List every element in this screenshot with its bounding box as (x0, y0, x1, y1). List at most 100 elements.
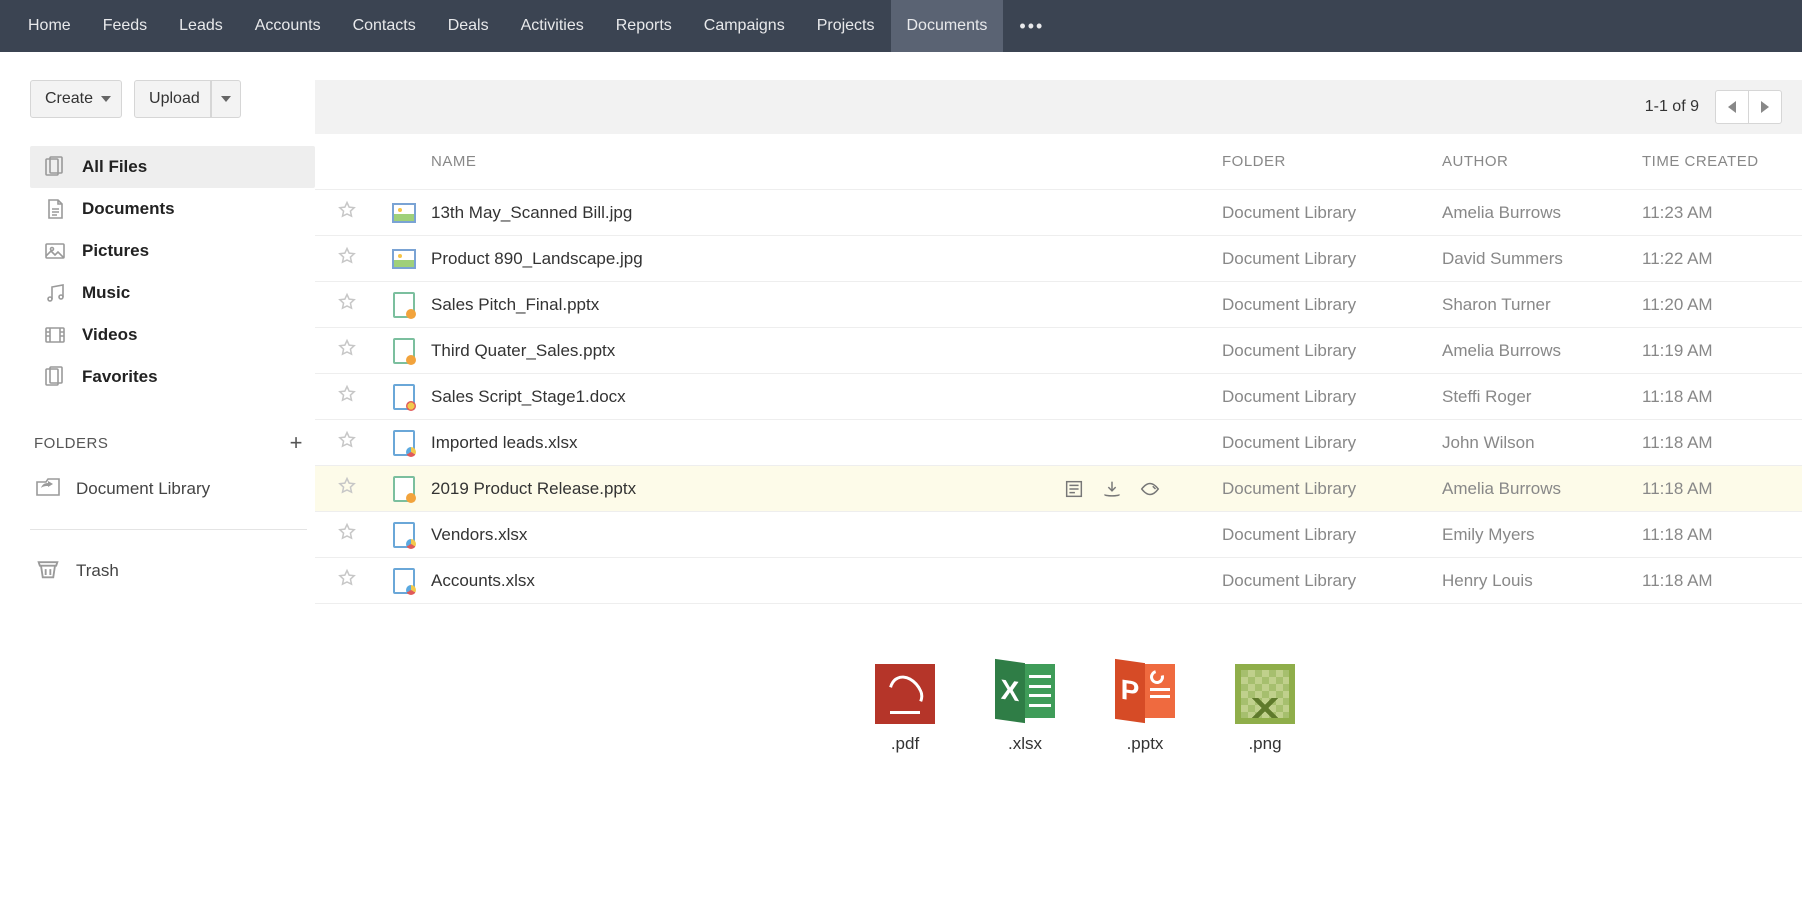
sidebar: Create Upload All Files Documents Pictures… (0, 52, 315, 794)
add-folder-button[interactable]: + (290, 430, 303, 456)
file-author: Amelia Burrows (1442, 341, 1561, 360)
file-folder: Document Library (1222, 295, 1356, 314)
file-time: 11:18 AM (1642, 571, 1713, 590)
filetype-pptx-icon (390, 291, 418, 319)
nav-item-documents[interactable]: Documents (891, 0, 1004, 52)
table-row[interactable]: 2019 Product Release.pptx Document Librar… (315, 466, 1802, 512)
category-list: All Files Documents Pictures MusicVideos Fav… (30, 146, 315, 398)
table-row[interactable]: Third Quater_Sales.pptxDocument LibraryA… (315, 328, 1802, 374)
star-icon[interactable] (337, 338, 357, 363)
trash-label: Trash (76, 561, 119, 581)
nav-item-activities[interactable]: Activities (505, 0, 600, 52)
filetype-pptx-icon (390, 475, 418, 503)
pager-prev-button[interactable] (1715, 90, 1749, 124)
table-row[interactable]: Sales Script_Stage1.docxDocument Library… (315, 374, 1802, 420)
nav-item-deals[interactable]: Deals (432, 0, 505, 52)
folder-label: Document Library (76, 479, 210, 499)
category-item-documents[interactable]: Documents (30, 188, 315, 230)
folder-item[interactable]: Document Library (30, 464, 315, 513)
filetype-xlsx-icon (390, 521, 418, 549)
file-name: Accounts.xlsx (431, 571, 535, 591)
pager-next-button[interactable] (1748, 90, 1782, 124)
page-info: 1-1 of 9 (1645, 98, 1699, 116)
favorite-icon (42, 364, 68, 390)
create-button-label: Create (45, 90, 93, 108)
table-row[interactable]: Vendors.xlsxDocument LibraryEmily Myers1… (315, 512, 1802, 558)
filetype-image-icon (390, 199, 418, 227)
category-item-music[interactable]: Music (30, 272, 315, 314)
file-name: Imported leads.xlsx (431, 433, 577, 453)
star-icon[interactable] (337, 476, 357, 501)
category-item-all-files[interactable]: All Files (30, 146, 315, 188)
category-label: Pictures (82, 241, 149, 261)
star-icon[interactable] (337, 568, 357, 593)
upload-dropdown-button[interactable] (211, 80, 241, 118)
filetype-xlsx-icon (390, 429, 418, 457)
star-icon[interactable] (337, 246, 357, 271)
file-time: 11:20 AM (1642, 295, 1713, 314)
filetype-card-label: .pptx (1127, 734, 1164, 754)
category-item-videos[interactable]: Videos (30, 314, 315, 356)
star-icon[interactable] (337, 384, 357, 409)
category-item-favorites[interactable]: Favorites (30, 356, 315, 398)
filetype-card-label: .pdf (891, 734, 919, 754)
filetype-pptx-icon (390, 337, 418, 365)
tag-action-icon[interactable] (1138, 478, 1162, 500)
main-panel: 1-1 of 9 NAME FOLDER AUTHOR TIME CREATED… (315, 52, 1802, 794)
file-name: Vendors.xlsx (431, 525, 527, 545)
file-name: 2019 Product Release.pptx (431, 479, 636, 499)
nav-item-campaigns[interactable]: Campaigns (688, 0, 801, 52)
file-folder: Document Library (1222, 479, 1356, 498)
table-row[interactable]: 13th May_Scanned Bill.jpgDocument Librar… (315, 190, 1802, 236)
category-label: Documents (82, 199, 175, 219)
nav-item-home[interactable]: Home (12, 0, 87, 52)
file-time: 11:18 AM (1642, 433, 1713, 452)
file-time: 11:18 AM (1642, 479, 1713, 498)
trash-item[interactable]: Trash (30, 546, 315, 595)
nav-item-leads[interactable]: Leads (163, 0, 239, 52)
filetype-docx-icon (390, 383, 418, 411)
file-name: Third Quater_Sales.pptx (431, 341, 615, 361)
trash-icon (34, 554, 62, 587)
nav-item-projects[interactable]: Projects (801, 0, 891, 52)
file-folder: Document Library (1222, 249, 1356, 268)
folders-header-label: FOLDERS (34, 435, 108, 452)
category-label: Favorites (82, 367, 158, 387)
table-header: NAME FOLDER AUTHOR TIME CREATED (315, 134, 1802, 190)
arrow-right-icon (1761, 101, 1769, 113)
nav-item-accounts[interactable]: Accounts (239, 0, 337, 52)
nav-more-button[interactable]: ••• (1003, 16, 1060, 37)
filetype-card-label: .xlsx (1008, 734, 1042, 754)
file-table: NAME FOLDER AUTHOR TIME CREATED 13th May… (315, 134, 1802, 604)
star-icon[interactable] (337, 522, 357, 547)
file-folder: Document Library (1222, 203, 1356, 222)
file-author: Sharon Turner (1442, 295, 1551, 314)
category-item-pictures[interactable]: Pictures (30, 230, 315, 272)
star-icon[interactable] (337, 430, 357, 455)
col-time-header: TIME CREATED (1642, 153, 1759, 170)
file-author: John Wilson (1442, 433, 1535, 452)
file-time: 11:19 AM (1642, 341, 1713, 360)
filetype-card-pptx: P.pptx (1115, 664, 1175, 754)
folders-section-header: FOLDERS + (30, 422, 315, 464)
filetype-cards: .pdfX.xlsxP.pptx.png (315, 604, 1802, 794)
download-action-icon[interactable] (1100, 478, 1124, 500)
document-icon (42, 196, 68, 222)
file-folder: Document Library (1222, 525, 1356, 544)
table-row[interactable]: Imported leads.xlsxDocument LibraryJohn … (315, 420, 1802, 466)
properties-action-icon[interactable] (1062, 478, 1086, 500)
col-folder-header: FOLDER (1222, 153, 1286, 170)
nav-item-reports[interactable]: Reports (600, 0, 688, 52)
star-icon[interactable] (337, 200, 357, 225)
upload-button[interactable]: Upload (134, 80, 211, 118)
table-row[interactable]: Sales Pitch_Final.pptxDocument LibrarySh… (315, 282, 1802, 328)
upload-button-label: Upload (149, 90, 200, 108)
nav-item-feeds[interactable]: Feeds (87, 0, 163, 52)
nav-item-contacts[interactable]: Contacts (337, 0, 432, 52)
create-button[interactable]: Create (30, 80, 122, 118)
table-row[interactable]: Product 890_Landscape.jpgDocument Librar… (315, 236, 1802, 282)
table-row[interactable]: Accounts.xlsxDocument LibraryHenry Louis… (315, 558, 1802, 604)
filetype-xlsx-icon (390, 567, 418, 595)
star-icon[interactable] (337, 292, 357, 317)
file-author: Steffi Roger (1442, 387, 1531, 406)
